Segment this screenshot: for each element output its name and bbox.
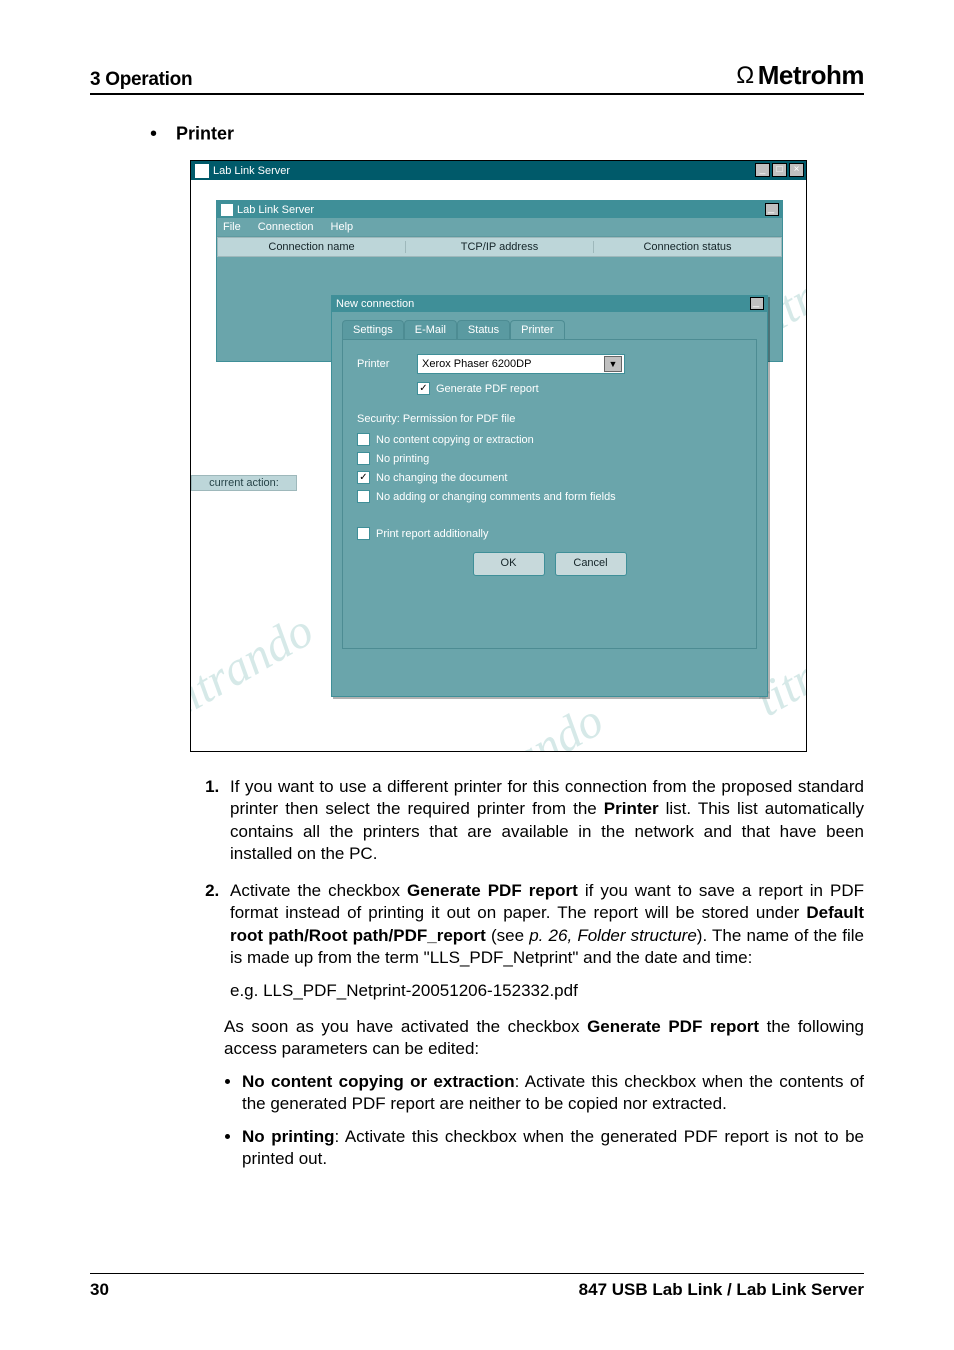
no-change-label: No changing the document [376,472,507,484]
outer-window-titlebar[interactable]: Lab Link Server _ □ × [191,161,806,180]
checkbox-no-print[interactable] [357,452,370,465]
app-icon [195,164,209,178]
list-item: No content copying or extraction: Activa… [242,1071,864,1116]
example-line: e.g. LLS_PDF_Netprint-20051206-152332.pd… [230,980,864,1002]
new-connection-dialog: New connection _ Settings E-Mail Status … [331,295,768,697]
chevron-down-icon[interactable]: ▼ [604,356,622,372]
page-number: 30 [90,1280,109,1300]
tab-printer[interactable]: Printer [510,320,564,339]
security-heading: Security: Permission for PDF file [357,413,742,425]
no-print-label: No printing [376,453,429,465]
generate-pdf-label: Generate PDF report [436,383,539,395]
column-tcpip-address[interactable]: TCP/IP address [406,241,594,253]
list-item: No printing: Activate this checkbox when… [242,1126,864,1171]
tab-email[interactable]: E-Mail [404,320,457,339]
screenshot: Lab Link Server _ □ × titrando titrando … [190,160,807,752]
printer-select[interactable]: Xerox Phaser 6200DP ▼ [417,354,625,374]
body-text: If you want to use a different printer f… [196,776,864,1171]
current-action-label: current action: [191,475,297,491]
checkbox-no-change[interactable]: ✓ [357,471,370,484]
brand-name: Metrohm [758,60,864,91]
checkbox-no-comments[interactable] [357,490,370,503]
dialog-title: New connection [336,298,414,310]
tab-settings[interactable]: Settings [342,320,404,339]
checkbox-print-additional[interactable] [357,527,370,540]
column-connection-status[interactable]: Connection status [594,241,781,253]
bullet-printer: • Printer [150,123,864,146]
tab-panel-printer: Printer Xerox Phaser 6200DP ▼ ✓ Generate… [342,339,757,649]
print-additional-label: Print report additionally [376,528,489,540]
close-button[interactable]: × [789,163,804,177]
menubar: File Connection Help [217,218,782,237]
brand-logo: Ω Metrohm [736,60,864,91]
printer-label: Printer [357,358,417,370]
minimize-button[interactable]: _ [755,163,770,177]
dialog-titlebar[interactable]: New connection _ [332,296,767,312]
bullet-icon: • [150,123,157,145]
maximize-button[interactable]: □ [772,163,787,177]
list-item: If you want to use a different printer f… [224,776,864,866]
minimize-button[interactable]: _ [765,203,779,216]
printer-select-value: Xerox Phaser 6200DP [422,358,531,370]
inner-window-title: Lab Link Server [237,204,314,216]
tab-bar: Settings E-Mail Status Printer [342,320,757,339]
cancel-button[interactable]: Cancel [555,552,627,576]
product-name: 847 USB Lab Link / Lab Link Server [579,1280,864,1300]
brand-symbol-icon: Ω [736,62,753,90]
minimize-button[interactable]: _ [750,297,764,310]
section-heading: 3 Operation [90,69,192,91]
no-copy-label: No content copying or extraction [376,434,534,446]
outer-window-title: Lab Link Server [213,165,290,177]
list-item: Activate the checkbox Generate PDF repor… [224,880,864,1002]
watermark-text: titrando [451,693,612,751]
tab-status[interactable]: Status [457,320,510,339]
table-header: Connection name TCP/IP address Connectio… [217,237,782,257]
ok-button[interactable]: OK [473,552,545,576]
column-connection-name[interactable]: Connection name [218,241,406,253]
inner-window-titlebar[interactable]: Lab Link Server _ [217,201,782,218]
app-icon [221,204,233,216]
checkbox-no-copy[interactable] [357,433,370,446]
bullet-label: Printer [176,123,234,143]
menu-file[interactable]: File [223,221,241,233]
menu-help[interactable]: Help [331,221,354,233]
menu-connection[interactable]: Connection [258,221,314,233]
checkbox-generate-pdf[interactable]: ✓ [417,382,430,395]
watermark-text: titrando [191,603,322,728]
no-comments-label: No adding or changing comments and form … [376,491,616,503]
